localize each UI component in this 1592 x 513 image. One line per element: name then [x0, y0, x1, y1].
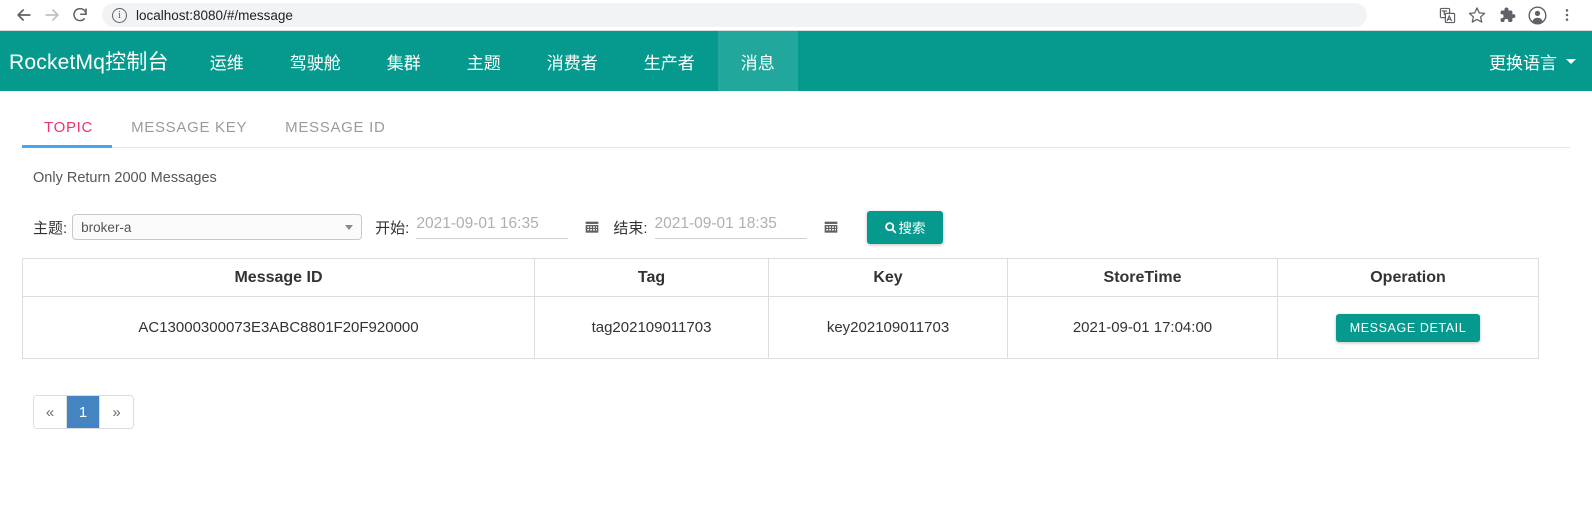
- table-header-row: Message ID Tag Key StoreTime Operation: [22, 258, 1539, 297]
- site-info-icon[interactable]: i: [112, 7, 127, 23]
- search-button[interactable]: 搜索: [866, 210, 943, 244]
- nav-item-producer[interactable]: 生产者: [621, 31, 718, 91]
- tab-message-key[interactable]: MESSAGE KEY: [112, 119, 266, 147]
- browser-actions: [1426, 1, 1582, 29]
- tab-topic[interactable]: TOPIC: [22, 119, 113, 148]
- browser-toolbar: i localhost:8080/#/message: [0, 0, 1592, 31]
- chevron-down-icon: [1566, 58, 1576, 64]
- message-detail-button[interactable]: MESSAGE DETAIL: [1335, 313, 1481, 342]
- arrow-right-icon: [45, 9, 59, 21]
- app-brand[interactable]: RocketMq控制台: [0, 31, 187, 91]
- cell-key: key202109011703: [768, 296, 1008, 359]
- extensions-puzzle-icon[interactable]: [1492, 1, 1522, 29]
- pagination: « 1 »: [33, 395, 134, 429]
- message-query-tabs: TOPIC MESSAGE KEY MESSAGE ID: [22, 91, 1570, 148]
- table-row: AC13000300073E3ABC8801F20F920000 tag2021…: [22, 296, 1539, 359]
- calendar-icon[interactable]: [823, 219, 839, 235]
- topic-select[interactable]: broker-a: [72, 214, 363, 240]
- language-switcher[interactable]: 更换语言: [1473, 31, 1592, 91]
- messages-table: Message ID Tag Key StoreTime Operation A…: [22, 258, 1539, 359]
- url-text: localhost:8080/#/message: [136, 7, 293, 23]
- nav-item-message[interactable]: 消息: [717, 31, 798, 91]
- begin-time-input[interactable]: 2021-09-01 16:35: [416, 215, 569, 239]
- nav-item-dashboard[interactable]: 驾驶舱: [267, 31, 364, 91]
- three-dot-menu-icon[interactable]: [1552, 1, 1582, 29]
- column-header-key: Key: [768, 258, 1008, 297]
- language-label: 更换语言: [1489, 53, 1557, 73]
- column-header-message-id: Message ID: [22, 258, 535, 297]
- end-time-label: 结束:: [613, 219, 648, 237]
- pagination-page-1[interactable]: 1: [67, 396, 100, 428]
- back-button[interactable]: [10, 1, 38, 29]
- calendar-icon[interactable]: [584, 219, 600, 235]
- tab-message-id[interactable]: MESSAGE ID: [266, 119, 404, 147]
- address-bar[interactable]: i localhost:8080/#/message: [102, 3, 1367, 27]
- cell-tag: tag202109011703: [534, 296, 769, 359]
- forward-button[interactable]: [38, 1, 66, 29]
- cell-operation: MESSAGE DETAIL: [1277, 296, 1539, 359]
- reload-button[interactable]: [66, 1, 94, 29]
- chevron-down-icon: [345, 224, 354, 230]
- column-header-tag: Tag: [534, 258, 769, 297]
- pagination-prev[interactable]: «: [34, 396, 67, 428]
- profile-avatar-icon[interactable]: [1522, 1, 1552, 29]
- nav-item-cluster[interactable]: 集群: [364, 31, 444, 91]
- cell-store-time: 2021-09-01 17:04:00: [1007, 296, 1278, 359]
- end-time-input[interactable]: 2021-09-01 18:35: [654, 215, 807, 239]
- translate-icon[interactable]: [1432, 1, 1462, 29]
- topic-label: 主题:: [33, 219, 68, 237]
- arrow-left-icon: [17, 9, 31, 21]
- search-icon: [884, 221, 896, 233]
- reload-icon: [73, 7, 87, 22]
- cell-message-id: AC13000300073E3ABC8801F20F920000: [22, 296, 535, 359]
- column-header-store-time: StoreTime: [1007, 258, 1278, 297]
- nav-item-topic[interactable]: 主题: [444, 31, 524, 91]
- column-header-operation: Operation: [1277, 258, 1539, 297]
- bookmark-star-icon[interactable]: [1462, 1, 1492, 29]
- begin-time-label: 开始:: [375, 219, 410, 237]
- app-navbar: RocketMq控制台 运维 驾驶舱 集群 主题 消费者 生产者 消息 更换语言: [0, 31, 1592, 91]
- topic-select-value: broker-a: [81, 219, 132, 235]
- nav-item-consumer[interactable]: 消费者: [524, 31, 621, 91]
- filter-bar: 主题: broker-a 开始: 2021-09-01 16:35 结束: 20…: [22, 186, 1570, 244]
- pagination-next[interactable]: »: [100, 396, 133, 428]
- nav-item-ops[interactable]: 运维: [187, 31, 267, 91]
- search-button-label: 搜索: [898, 221, 926, 236]
- page-content: TOPIC MESSAGE KEY MESSAGE ID Only Return…: [0, 91, 1592, 429]
- result-limit-notice: Only Return 2000 Messages: [33, 170, 217, 186]
